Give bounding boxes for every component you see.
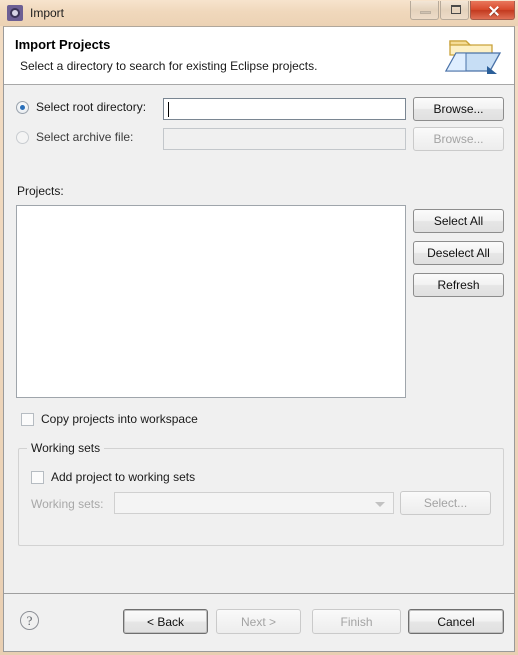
deselect-all-button[interactable]: Deselect All	[413, 241, 504, 265]
working-sets-field-label: Working sets:	[31, 497, 104, 511]
window-controls	[409, 1, 515, 20]
root-directory-row: Select root directory:	[16, 100, 146, 114]
archive-file-row: Select archive file:	[16, 130, 133, 144]
import-wizard-icon	[7, 5, 23, 21]
checkbox-copy-projects-label: Copy projects into workspace	[41, 412, 198, 426]
minimize-button[interactable]	[410, 1, 439, 20]
page-subtitle: Select a directory to search for existin…	[20, 59, 318, 73]
checkbox-add-project-to-working-sets[interactable]	[31, 470, 44, 484]
cancel-button[interactable]: Cancel	[408, 609, 504, 634]
select-all-button[interactable]: Select All	[413, 209, 504, 233]
projects-list[interactable]	[16, 205, 406, 398]
help-icon[interactable]: ?	[20, 611, 39, 630]
select-working-sets-button: Select...	[400, 491, 491, 515]
browse-root-directory-button[interactable]: Browse...	[413, 97, 504, 121]
radio-select-root-directory[interactable]	[16, 100, 29, 114]
close-button[interactable]	[470, 1, 515, 20]
page-title: Import Projects	[15, 37, 111, 52]
title-bar: Import	[0, 0, 518, 26]
dialog-body: Import Projects Select a directory to se…	[3, 26, 515, 652]
projects-label: Projects:	[17, 184, 64, 198]
refresh-button[interactable]: Refresh	[413, 273, 504, 297]
radio-select-archive-file[interactable]	[16, 130, 29, 144]
chevron-down-icon	[375, 502, 385, 507]
finish-button: Finish	[312, 609, 401, 634]
maximize-button[interactable]	[440, 1, 469, 20]
browse-archive-file-button: Browse...	[413, 127, 504, 151]
next-button: Next >	[216, 609, 301, 634]
root-directory-input[interactable]	[163, 98, 406, 120]
import-folder-icon	[444, 33, 502, 79]
window-title: Import	[30, 6, 65, 20]
import-dialog-window: Import Import Projects Select a director…	[0, 0, 518, 655]
checkbox-add-project-to-working-sets-label: Add project to working sets	[51, 470, 196, 484]
wizard-banner: Import Projects Select a directory to se…	[4, 27, 514, 85]
footer-divider	[4, 593, 514, 594]
copy-projects-row: Copy projects into workspace	[21, 412, 198, 426]
back-button[interactable]: < Back	[123, 609, 208, 634]
checkbox-copy-projects[interactable]	[21, 412, 34, 426]
add-to-working-sets-row: Add project to working sets	[31, 470, 195, 484]
radio-select-root-directory-label: Select root directory:	[36, 100, 147, 114]
text-caret	[168, 102, 169, 117]
working-sets-group-title: Working sets	[27, 441, 105, 455]
archive-file-input	[163, 128, 406, 150]
working-sets-combo	[114, 492, 394, 514]
radio-select-archive-file-label: Select archive file:	[36, 130, 134, 144]
